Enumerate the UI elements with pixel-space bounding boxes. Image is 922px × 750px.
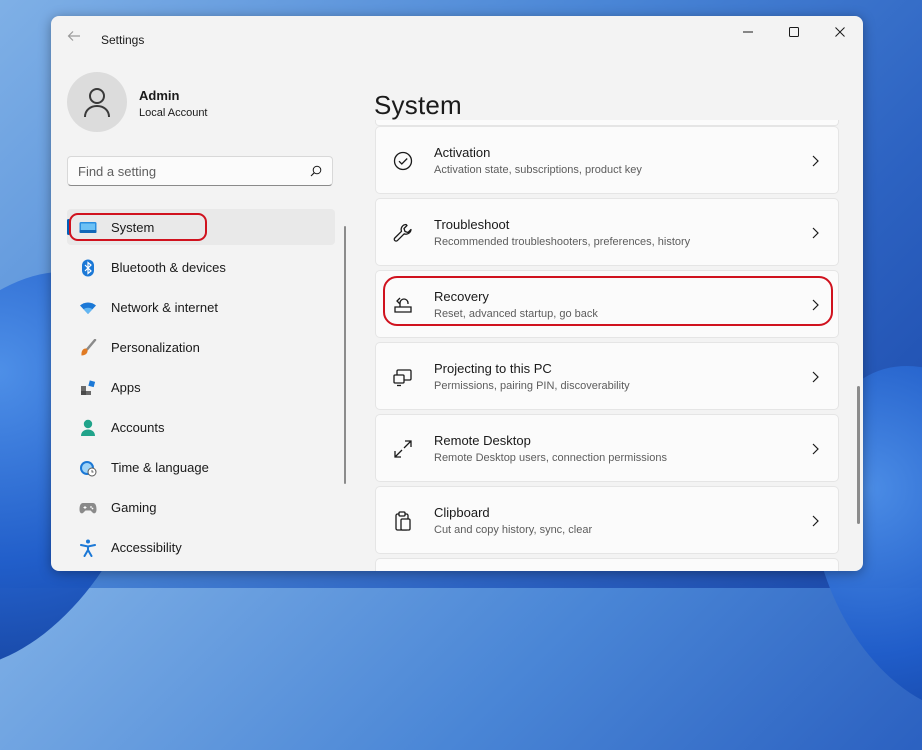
card-title: Remote Desktop: [434, 433, 531, 448]
card-troubleshoot[interactable]: Troubleshoot Recommended troubleshooters…: [375, 198, 839, 266]
close-icon: [835, 27, 845, 37]
sidebar-item-personalization[interactable]: Personalization: [67, 329, 335, 365]
chevron-right-icon: [812, 299, 819, 311]
search-input[interactable]: [68, 157, 308, 185]
profile-name: Admin: [139, 88, 180, 103]
active-indicator: [67, 219, 70, 235]
sidebar-scrollbar[interactable]: [344, 226, 346, 484]
sidebar-item-accessibility[interactable]: Accessibility: [67, 529, 335, 565]
remote-desktop-icon: [394, 440, 412, 458]
search-icon[interactable]: [310, 165, 322, 177]
sidebar-item-label: Apps: [111, 380, 141, 395]
sidebar-item-label: Personalization: [111, 340, 200, 355]
sidebar-item-apps[interactable]: Apps: [67, 369, 335, 405]
sidebar-item-bluetooth-devices[interactable]: Bluetooth & devices: [67, 249, 335, 285]
gamepad-icon: [79, 499, 97, 517]
app-title: Settings: [101, 33, 145, 47]
avatar: [67, 72, 127, 132]
back-button[interactable]: [63, 28, 85, 50]
card-title: Recovery: [434, 289, 489, 304]
maximize-button[interactable]: [771, 16, 817, 48]
minimize-button[interactable]: [725, 16, 771, 48]
card-subtitle: Cut and copy history, sync, clear: [434, 524, 593, 536]
card-next-partial[interactable]: [375, 558, 839, 571]
card-subtitle: Remote Desktop users, connection permiss…: [434, 452, 667, 464]
check-circle-icon: [393, 151, 413, 171]
card-subtitle: Permissions, pairing PIN, discoverabilit…: [434, 380, 630, 392]
sidebar-item-label: Accounts: [111, 420, 165, 435]
card-recovery[interactable]: Recovery Reset, advanced startup, go bac…: [375, 270, 839, 338]
main-scrollbar[interactable]: [857, 386, 860, 524]
back-arrow-icon: [67, 31, 80, 41]
person-icon: [79, 419, 97, 437]
card-subtitle: Reset, advanced startup, go back: [434, 308, 598, 320]
title-bar: Settings: [51, 16, 863, 56]
chevron-right-icon: [812, 155, 819, 167]
sidebar-item-label: Accessibility: [111, 540, 182, 555]
card-clipboard[interactable]: Clipboard Cut and copy history, sync, cl…: [375, 486, 839, 554]
projecting-icon: [393, 369, 412, 387]
card-title: Clipboard: [434, 505, 490, 520]
sidebar-item-label: Bluetooth & devices: [111, 260, 226, 275]
card-subtitle: Recommended troubleshooters, preferences…: [434, 236, 691, 248]
card-remote-desktop[interactable]: Remote Desktop Remote Desktop users, con…: [375, 414, 839, 482]
brush-icon: [79, 339, 97, 357]
chevron-right-icon: [812, 371, 819, 383]
card-projecting-to-this-pc[interactable]: Projecting to this PC Permissions, pairi…: [375, 342, 839, 410]
search-box[interactable]: [67, 156, 333, 186]
person-avatar-icon: [84, 88, 110, 118]
settings-window: Settings Admin Local Account Find a sett…: [51, 16, 863, 571]
card-title: Projecting to this PC: [434, 361, 552, 376]
minimize-icon: [743, 31, 753, 33]
wifi-icon: [79, 299, 97, 317]
close-button[interactable]: [817, 16, 863, 48]
clipboard-icon: [395, 511, 411, 531]
sidebar-item-label: Time & language: [111, 460, 209, 475]
sidebar-nav: System Bluetooth & devices Network & int…: [67, 209, 335, 569]
chevron-right-icon: [812, 443, 819, 455]
card-title: Activation: [434, 145, 491, 160]
system-icon: [79, 219, 97, 237]
sidebar-item-label: Gaming: [111, 500, 157, 515]
accessibility-icon: [79, 539, 97, 557]
card-activation[interactable]: Activation Activation state, subscriptio…: [375, 126, 839, 194]
sidebar-item-label: System: [111, 220, 155, 235]
page-title: System: [374, 90, 462, 121]
profile-account-type: Local Account: [139, 107, 208, 119]
card-subtitle: Activation state, subscriptions, product…: [434, 164, 642, 176]
sidebar-item-accounts[interactable]: Accounts: [67, 409, 335, 445]
wrench-icon: [393, 223, 412, 242]
sidebar-item-time-language[interactable]: Time & language: [67, 449, 335, 485]
chevron-right-icon: [812, 515, 819, 527]
chevron-right-icon: [812, 227, 819, 239]
recovery-icon: [394, 297, 412, 313]
sidebar-item-system[interactable]: System: [67, 209, 335, 245]
sidebar-item-gaming[interactable]: Gaming: [67, 489, 335, 525]
globe-clock-icon: [79, 459, 97, 477]
sidebar-item-label: Network & internet: [111, 300, 218, 315]
apps-icon: [79, 379, 97, 397]
card-title: Troubleshoot: [434, 217, 510, 232]
bluetooth-icon: [79, 259, 97, 277]
maximize-icon: [789, 27, 799, 37]
sidebar-item-network-internet[interactable]: Network & internet: [67, 289, 335, 325]
